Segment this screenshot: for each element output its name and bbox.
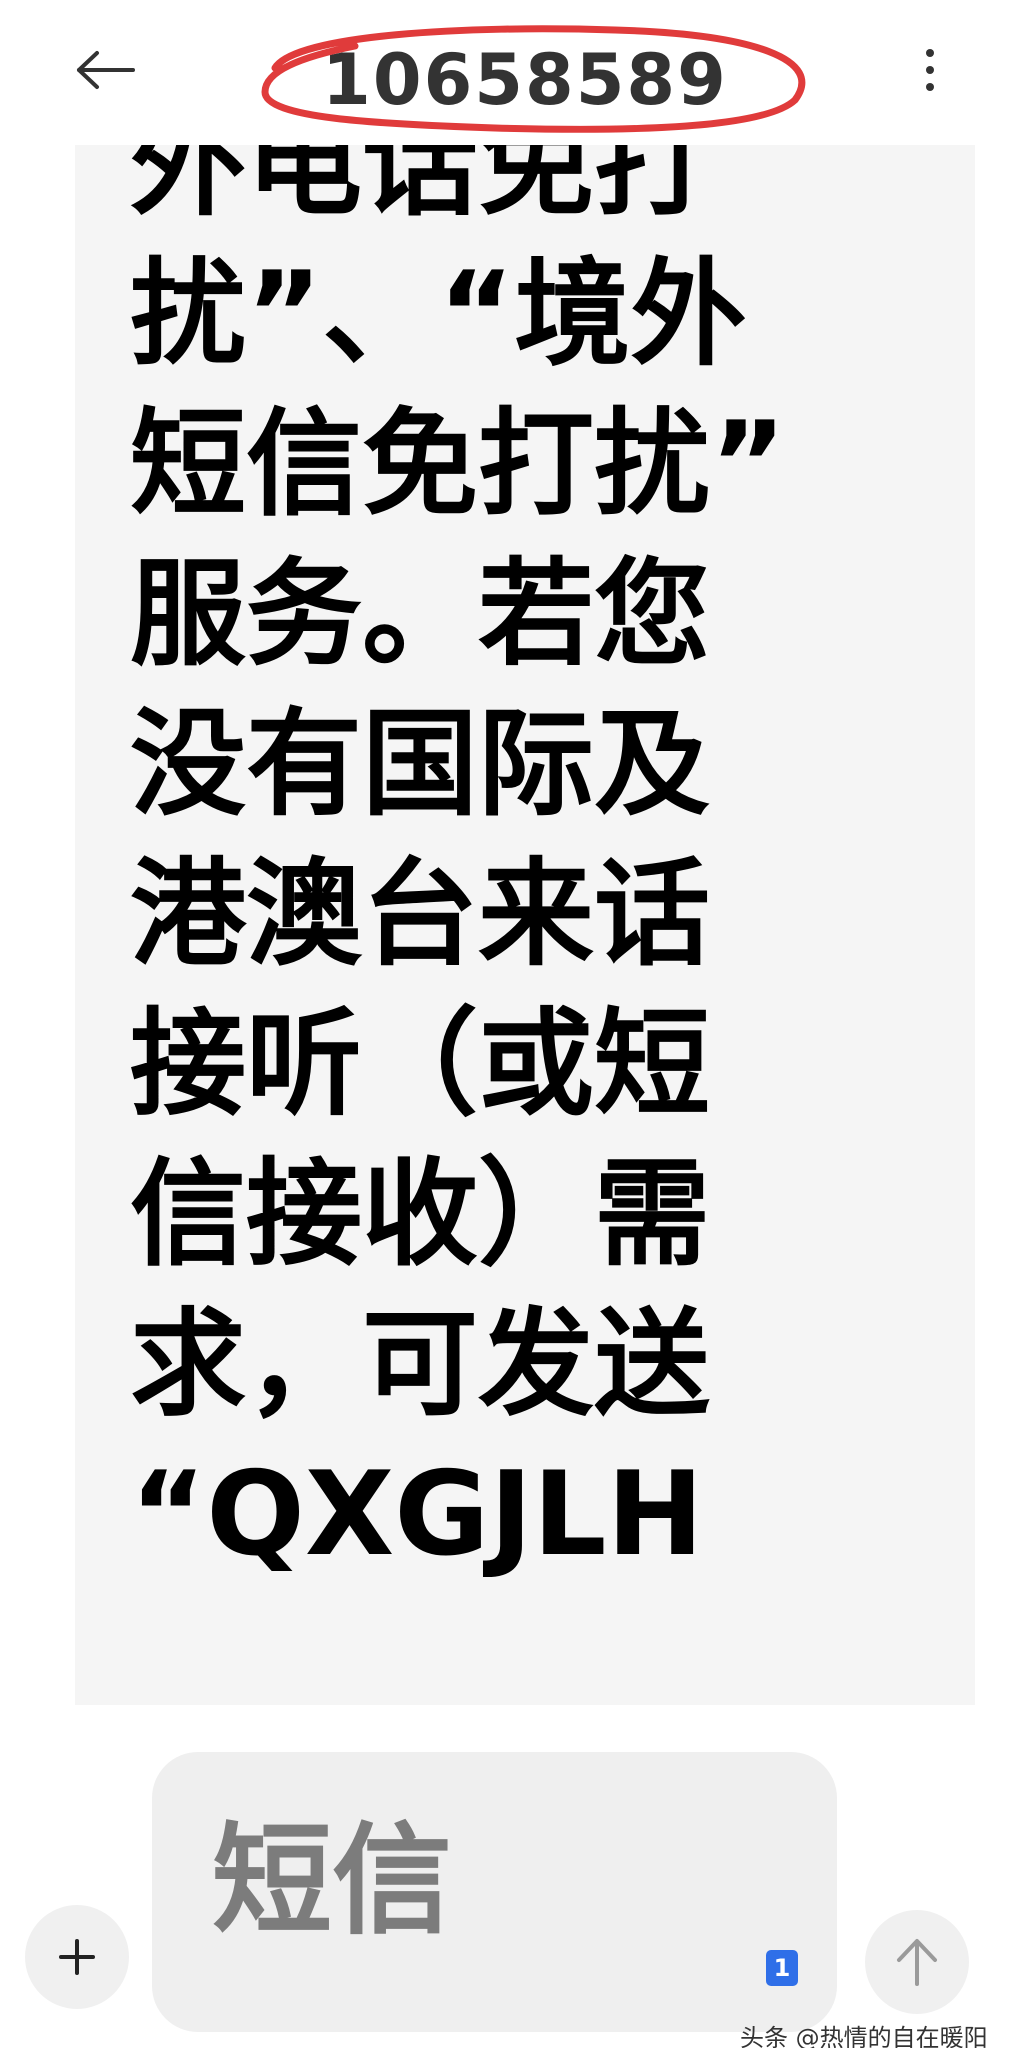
send-button[interactable] <box>865 1910 969 2014</box>
message-bubble[interactable]: 外电话免打 扰”、“境外 短信免打扰” 服务。若您 没有国际及 港澳台来话 接听… <box>75 145 975 1705</box>
add-attachment-button[interactable] <box>25 1905 129 2009</box>
message-input-placeholder: 短信 <box>212 1812 452 1951</box>
sender-number-title: 10658589 <box>322 39 728 121</box>
back-button[interactable] <box>60 40 150 100</box>
watermark-text: 头条 @热情的自在暖阳 <box>740 2024 988 2048</box>
more-vertical-icon-dot <box>926 66 934 74</box>
sms-conversation-screen: 10658589 外电话免打 扰”、“境外 短信免打扰” 服务。若您 没有国际及… <box>0 0 1026 2048</box>
more-vertical-icon-dot <box>926 83 934 91</box>
back-arrow-icon <box>77 51 135 89</box>
message-text: 外电话免打 扰”、“境外 短信免打扰” 服务。若您 没有国际及 港澳台来话 接听… <box>130 145 787 1582</box>
message-input[interactable]: 短信 <box>152 1752 837 2032</box>
more-options-button[interactable] <box>905 40 955 100</box>
sender-title-area: 10658589 <box>255 20 806 140</box>
more-vertical-icon-dot <box>926 49 934 57</box>
send-arrow-up-icon <box>897 1939 937 1986</box>
conversation-header: 10658589 <box>0 0 1026 150</box>
plus-icon <box>59 1939 95 1975</box>
sim-card-badge[interactable]: 1 <box>766 1950 798 1986</box>
